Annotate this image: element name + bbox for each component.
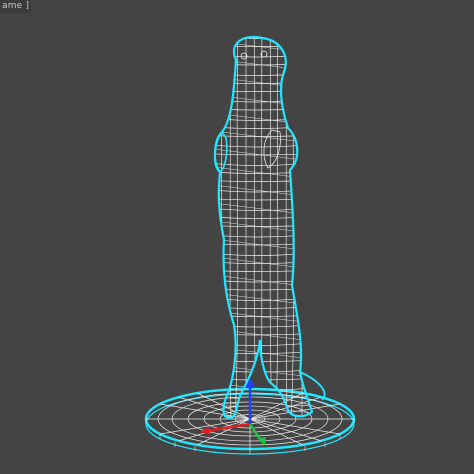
perspective-viewport[interactable]: ame ] xyxy=(0,0,474,474)
meerkat-mesh[interactable] xyxy=(200,30,326,425)
scene-canvas[interactable] xyxy=(0,0,474,474)
